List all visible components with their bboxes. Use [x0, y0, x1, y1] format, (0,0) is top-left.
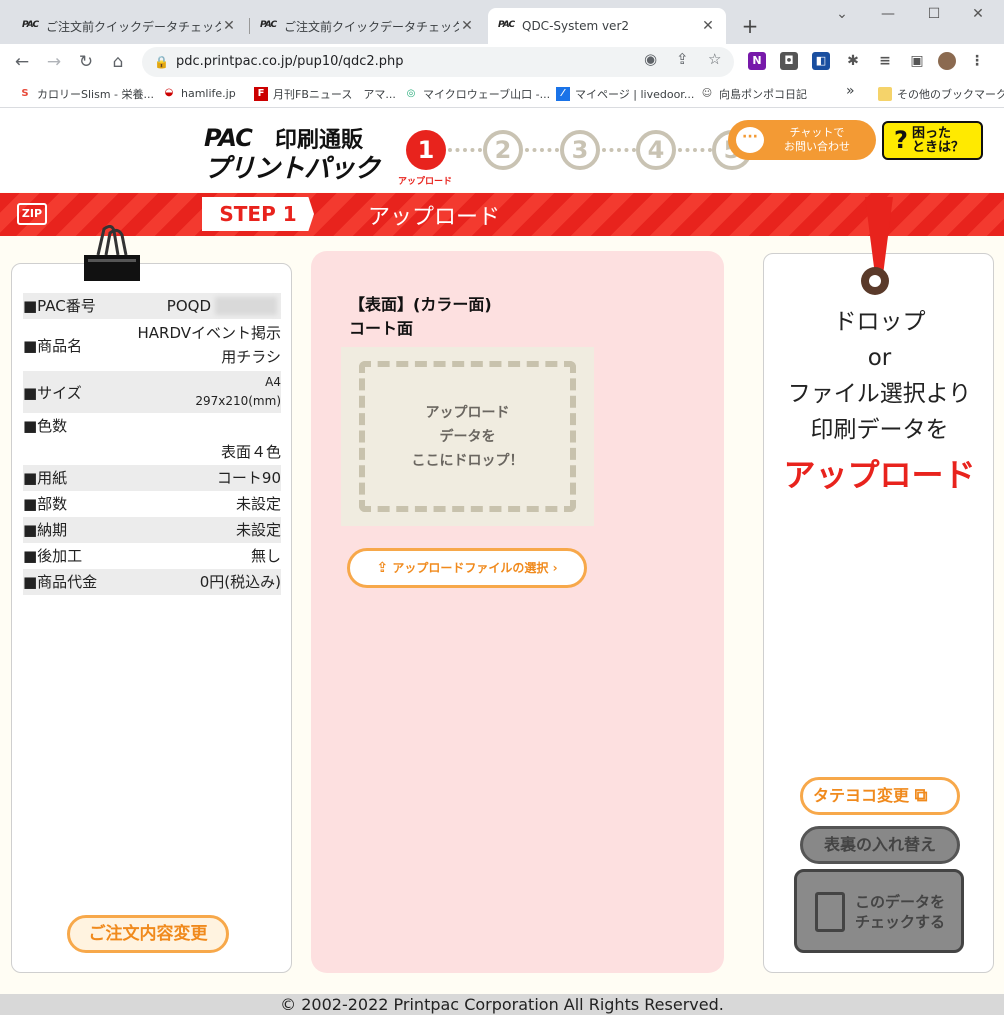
bookmark-item[interactable]: ⁄ マイページ | livedoor...: [556, 86, 694, 102]
tab-search-chevron-icon[interactable]: ⌄: [830, 6, 854, 22]
site-header: PAC 印刷通販 プリントパック 1 2 3 4 5 アップロード ··· チャ…: [0, 108, 1004, 192]
url-text: pdc.printpac.co.jp/pup10/qdc2.php: [176, 54, 404, 69]
browser-tab-2[interactable]: PAC ご注文前クイックデータチェック サービス ✕: [249, 8, 485, 44]
step-title: アップロード: [368, 205, 501, 230]
help-button[interactable]: ? 困った ときは？: [882, 121, 983, 160]
order-row-delivery: ■納期 未設定: [23, 517, 281, 543]
order-row-product: ■商品名 HARDVイベント掲示 用チラシ: [23, 324, 281, 366]
order-info-panel: ■PAC番号 POQD ■商品名 HARDVイベント掲示 用チラシ ■サイズ A4…: [11, 263, 292, 973]
upload-instructions: ドロップ or ファイル選択より 印刷データを: [787, 309, 972, 443]
bookmark-favicon-icon: F: [254, 87, 268, 101]
tab-title: ご注文前クイックデータチェック サービス: [46, 19, 221, 34]
print-face-heading: 【表面】(カラー面) コート面: [349, 295, 492, 338]
order-row-price: ■商品代金 0円(税込み): [23, 569, 281, 595]
close-tab-icon[interactable]: ✕: [700, 18, 716, 34]
printpac-favicon-icon: PAC: [22, 20, 39, 30]
tab-title: QDC-System ver2: [522, 19, 630, 33]
bookmark-item[interactable]: ☺ 向島ポンポコ日記: [700, 86, 807, 102]
pin-icon: [861, 197, 893, 295]
step-indicator-1: 1: [406, 130, 446, 170]
back-icon[interactable]: ←: [10, 52, 34, 72]
close-tab-icon[interactable]: ✕: [459, 18, 475, 34]
bookmarks-bar: S カロリーSlism - 栄養... ◒ hamlife.jp F 月刊FBニュース…: [0, 80, 1004, 108]
step-connector: [678, 148, 712, 152]
step-connector: [602, 148, 636, 152]
order-row-colors: ■色数 表面４色: [23, 417, 281, 461]
clipboard-check-icon: [815, 892, 845, 932]
step-indicator-3: 3: [560, 130, 600, 170]
eye-off-icon[interactable]: ◉: [644, 50, 657, 68]
order-row-quantity: ■部数 未設定: [23, 495, 281, 513]
upload-emphasis-text: アップロード: [783, 456, 976, 494]
check-data-button[interactable]: このデータを チェックする: [794, 869, 964, 953]
chat-bubble-icon: ···: [736, 127, 764, 153]
browser-tab-strip: PAC ご注文前クイックデータチェック サービス ✕ PAC ご注文前クイックデ…: [0, 0, 1004, 44]
side-panel-icon[interactable]: ▣: [908, 52, 926, 70]
chevron-right-icon: ›: [552, 561, 558, 575]
order-row-finishing: ■後加工 無し: [23, 547, 281, 565]
step-indicator-4: 4: [636, 130, 676, 170]
tab-title: ご注文前クイックデータチェック サービス: [284, 19, 459, 34]
new-tab-icon[interactable]: +: [738, 14, 762, 38]
swap-front-back-button[interactable]: 表裏の入れ替え: [800, 826, 960, 864]
select-upload-file-button[interactable]: ⇪ アップロードファイルの選択 ›: [347, 548, 587, 588]
step-indicator-2: 2: [483, 130, 523, 170]
redacted-number: [215, 297, 277, 315]
profile-avatar[interactable]: [938, 52, 956, 70]
browser-tab-active[interactable]: PAC QDC-System ver2 ✕: [488, 8, 726, 44]
upload-arrow-icon: ⇪: [376, 560, 389, 576]
bookmark-item[interactable]: F 月刊FBニュース アマ...: [254, 86, 396, 102]
bookmark-favicon-icon: ◎: [406, 88, 416, 99]
action-panel: ドロップ or ファイル選択より 印刷データを アップロード タテヨコ変更 ⧉ …: [763, 253, 994, 973]
browser-tab-1[interactable]: PAC ご注文前クイックデータチェック サービス ✕: [12, 8, 247, 44]
bookmark-item[interactable]: ◎ マイクロウェーブ山口 -...: [404, 86, 550, 102]
lock-icon: 🔒: [154, 55, 169, 69]
reload-icon[interactable]: ↻: [74, 52, 98, 72]
puzzle-extensions-icon[interactable]: ✱: [844, 52, 862, 70]
binder-clip-icon: [84, 225, 140, 281]
order-row-size: ■サイズ A4 297x210(mm): [23, 371, 281, 413]
bookmark-favicon-icon: ◒: [164, 87, 174, 98]
bookmark-favicon-icon: ⁄: [556, 87, 570, 101]
bookmark-favicon-icon: S: [21, 88, 29, 99]
zip-icon[interactable]: ZIP: [17, 203, 47, 225]
bookmark-item[interactable]: ◒ hamlife.jp: [162, 86, 236, 100]
page-footer: © 2002-2022 Printpac Corporation All Rig…: [0, 994, 1004, 1015]
home-icon[interactable]: ⌂: [106, 52, 130, 72]
extension-icon[interactable]: ◘: [780, 52, 798, 70]
media-control-icon[interactable]: ≡: [876, 52, 894, 70]
change-order-button[interactable]: ご注文内容変更: [67, 915, 229, 953]
share-icon[interactable]: ⇪: [676, 50, 689, 68]
extension-icon[interactable]: ◧: [812, 52, 830, 70]
maximize-icon[interactable]: ☐: [922, 6, 946, 22]
more-bookmarks-icon[interactable]: »: [846, 83, 855, 99]
onenote-extension-icon[interactable]: N: [748, 52, 766, 70]
printpac-favicon-icon: PAC: [498, 20, 515, 30]
page-content: PAC 印刷通販 プリントパック 1 2 3 4 5 アップロード ··· チャ…: [0, 108, 1004, 1015]
menu-kebab-icon[interactable]: ⋮: [968, 52, 986, 70]
other-bookmarks-folder[interactable]: その他のブックマーク: [878, 86, 1004, 102]
upload-panel: 【表面】(カラー面) コート面 アップロード データを ここにドロップ！ ⇪ ア…: [311, 251, 724, 973]
current-step-label: アップロード: [398, 177, 453, 187]
minimize-icon[interactable]: —: [876, 6, 900, 22]
step-banner: ZIP STEP 1 アップロード: [0, 193, 1004, 236]
printpac-favicon-icon: PAC: [260, 20, 277, 30]
forward-icon[interactable]: →: [42, 52, 66, 72]
step-number-label: STEP 1: [202, 197, 314, 231]
chat-inquiry-button[interactable]: ··· チャットで お問い合わせ: [728, 120, 876, 160]
rotate-icon: ⧉: [914, 785, 928, 806]
order-row-paper: ■用紙 コート90: [23, 465, 281, 491]
question-mark-icon: ?: [894, 126, 908, 154]
step-connector: [525, 148, 559, 152]
close-window-icon[interactable]: ✕: [966, 6, 990, 22]
rotate-orientation-button[interactable]: タテヨコ変更 ⧉: [800, 777, 960, 815]
logo-main[interactable]: プリントパック: [204, 148, 380, 185]
folder-icon: [878, 87, 892, 101]
file-drop-zone[interactable]: アップロード データを ここにドロップ！: [341, 347, 594, 526]
bookmark-star-icon[interactable]: ☆: [708, 50, 721, 68]
step-connector: [448, 148, 482, 152]
bookmark-favicon-icon: ☺: [701, 88, 713, 99]
bookmark-item[interactable]: S カロリーSlism - 栄養...: [18, 86, 154, 102]
close-tab-icon[interactable]: ✕: [221, 18, 237, 34]
